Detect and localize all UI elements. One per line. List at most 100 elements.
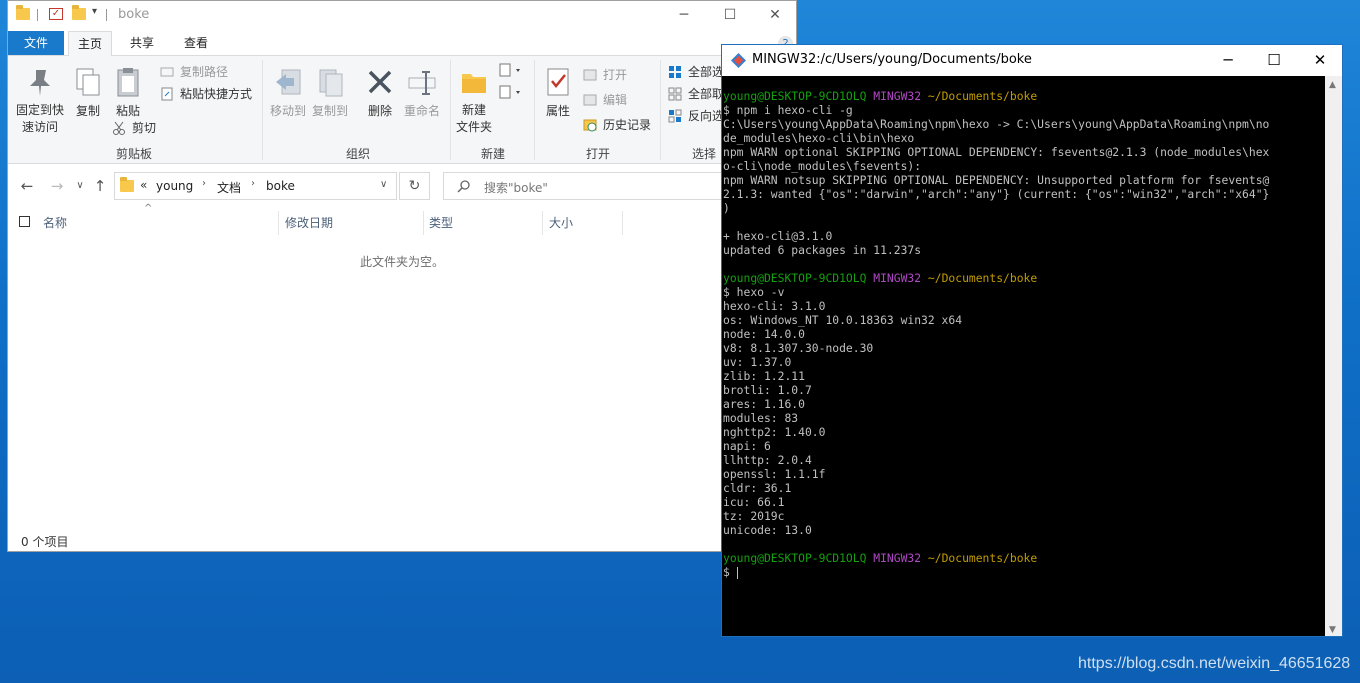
output-line: ares: 1.16.0 <box>723 397 805 411</box>
select-all-button[interactable]: 全部选 <box>668 62 724 82</box>
paste-shortcut-icon <box>160 87 174 101</box>
column-date-modified[interactable]: 修改日期 <box>285 214 333 231</box>
history-button[interactable]: 历史记录 <box>583 115 651 135</box>
select-all-checkbox[interactable] <box>19 216 30 227</box>
output-line: v8: 8.1.307.30-node.30 <box>723 341 874 355</box>
divider[interactable] <box>542 211 543 235</box>
cut-button[interactable]: 剪切 <box>112 118 156 138</box>
folder-icon <box>16 5 30 20</box>
close-button[interactable]: ✕ <box>1297 45 1342 75</box>
divider[interactable] <box>423 211 424 235</box>
edit-button[interactable]: 编辑 <box>583 90 627 110</box>
new-folder-label: 新建 文件夹 <box>455 103 492 134</box>
invert-selection-button[interactable]: 反向选 <box>668 106 724 126</box>
up-arrow-icon[interactable]: ↑ <box>91 177 109 195</box>
select-none-button[interactable]: 全部取 <box>668 84 724 104</box>
output-line: node: 14.0.0 <box>723 327 805 341</box>
easy-access-button[interactable] <box>498 84 524 104</box>
command-output: C:\Users\young\AppData\Roaming\npm\hexo … <box>723 117 1327 257</box>
tab-home[interactable]: 主页 <box>68 31 112 56</box>
breadcrumb-separator-icon[interactable]: › <box>202 178 206 189</box>
divider[interactable] <box>278 211 279 235</box>
breadcrumb-documents[interactable]: 文档 <box>217 179 241 196</box>
input-line[interactable]: $ <box>723 565 1327 579</box>
copy-button[interactable]: 复制 <box>70 66 106 119</box>
edit-label: 编辑 <box>603 93 628 107</box>
properties-button[interactable]: 属性 <box>538 66 578 119</box>
terminal-window[interactable]: MINGW32:/c/Users/young/Documents/boke ─ … <box>721 44 1343 637</box>
move-to-button[interactable]: 移动到 <box>267 66 309 119</box>
scroll-up-icon[interactable]: ▲ <box>1329 80 1336 90</box>
output-line: de_modules\hexo-cli\bin\hexo <box>723 131 915 145</box>
back-arrow-icon[interactable]: ← <box>18 177 36 195</box>
pin-to-quick-access-button[interactable]: 固定到快 速访问 <box>12 66 68 136</box>
tab-file[interactable]: 文件 <box>8 31 64 55</box>
column-name[interactable]: 名称 <box>43 214 67 231</box>
scissors-icon <box>112 121 126 135</box>
customize-quick-access-icon[interactable]: ▾ <box>92 6 97 17</box>
edit-icon <box>583 93 597 107</box>
pin-label: 固定到快 速访问 <box>15 103 64 134</box>
paste-shortcut-label: 粘贴快捷方式 <box>180 87 253 101</box>
breadcrumb-young[interactable]: young <box>156 179 193 193</box>
paste-button[interactable]: 粘贴 <box>110 66 146 119</box>
breadcrumb-separator-icon[interactable]: › <box>251 178 255 189</box>
copy-to-button[interactable]: 复制到 <box>309 66 351 119</box>
cut-label: 剪切 <box>132 121 157 135</box>
address-history-chevron-icon[interactable]: ∨ <box>380 179 387 190</box>
rename-label: 重命名 <box>403 104 440 118</box>
window-title: boke <box>118 7 150 22</box>
breadcrumb-boke[interactable]: boke <box>266 179 295 193</box>
column-size[interactable]: 大小 <box>549 214 573 231</box>
prompt-env: MINGW32 <box>873 271 922 285</box>
delete-button[interactable]: 删除 <box>360 66 400 119</box>
close-button[interactable]: ✕ <box>752 1 796 29</box>
new-item-button[interactable] <box>498 62 524 82</box>
new-folder-button[interactable]: 新建 文件夹 <box>454 66 494 136</box>
rename-icon <box>406 66 438 98</box>
rename-button[interactable]: 重命名 <box>400 66 444 119</box>
refresh-icon[interactable]: ↻ <box>399 172 430 200</box>
copy-path-icon <box>160 65 174 79</box>
maximize-button[interactable]: ☐ <box>707 1 753 29</box>
divider[interactable] <box>622 211 623 235</box>
column-type[interactable]: 类型 <box>429 214 453 231</box>
mingw-logo-icon <box>731 53 746 71</box>
recent-locations-chevron-icon[interactable]: ∨ <box>71 177 89 195</box>
paste-icon <box>112 66 144 98</box>
minimize-button[interactable]: ─ <box>661 1 707 29</box>
open-button[interactable]: 打开 <box>583 65 627 85</box>
copy-to-icon <box>314 66 346 98</box>
properties-quick-access-icon[interactable]: ✓ <box>49 8 63 20</box>
scroll-down-icon[interactable]: ▼ <box>1329 625 1336 635</box>
properties-icon <box>542 66 574 98</box>
copy-path-button[interactable]: 复制路径 <box>160 62 228 82</box>
new-folder-quick-access-icon[interactable] <box>72 5 86 20</box>
tab-share[interactable]: 共享 <box>120 31 164 55</box>
maximize-button[interactable]: ☐ <box>1251 45 1297 75</box>
organize-group-label: 组织 <box>345 147 370 161</box>
address-bar[interactable]: « young › 文档 › boke ∨ <box>114 172 397 200</box>
minimize-button[interactable]: ─ <box>1205 45 1251 75</box>
terminal-scrollbar[interactable]: ▲ ▼ <box>1325 76 1342 636</box>
terminal-output[interactable]: young@DESKTOP-9CD1OLQ MINGW32 ~/Document… <box>723 89 1327 579</box>
tab-view[interactable]: 查看 <box>174 31 218 55</box>
ribbon-tabs: 文件 主页 共享 查看 <box>8 31 796 56</box>
folder-icon <box>120 177 134 192</box>
select-none-icon <box>668 87 682 101</box>
output-line: zlib: 1.2.11 <box>723 369 805 383</box>
breadcrumb-overflow[interactable]: « <box>140 178 147 192</box>
forward-arrow-icon[interactable]: → <box>48 177 66 195</box>
output-line: ) <box>723 201 730 215</box>
prompt-line: young@DESKTOP-9CD1OLQ MINGW32 ~/Document… <box>723 271 1327 285</box>
select-all-icon <box>668 65 682 79</box>
output-line: os: Windows_NT 10.0.18363 win32 x64 <box>723 313 963 327</box>
clipboard-group-label: 剪贴板 <box>115 147 152 161</box>
prompt-env: MINGW32 <box>873 89 922 103</box>
paste-shortcut-button[interactable]: 粘贴快捷方式 <box>160 84 252 104</box>
easy-access-icon <box>498 85 524 103</box>
output-line: unicode: 13.0 <box>723 523 812 537</box>
copy-path-label: 复制路径 <box>180 65 229 79</box>
search-icon <box>457 179 471 196</box>
